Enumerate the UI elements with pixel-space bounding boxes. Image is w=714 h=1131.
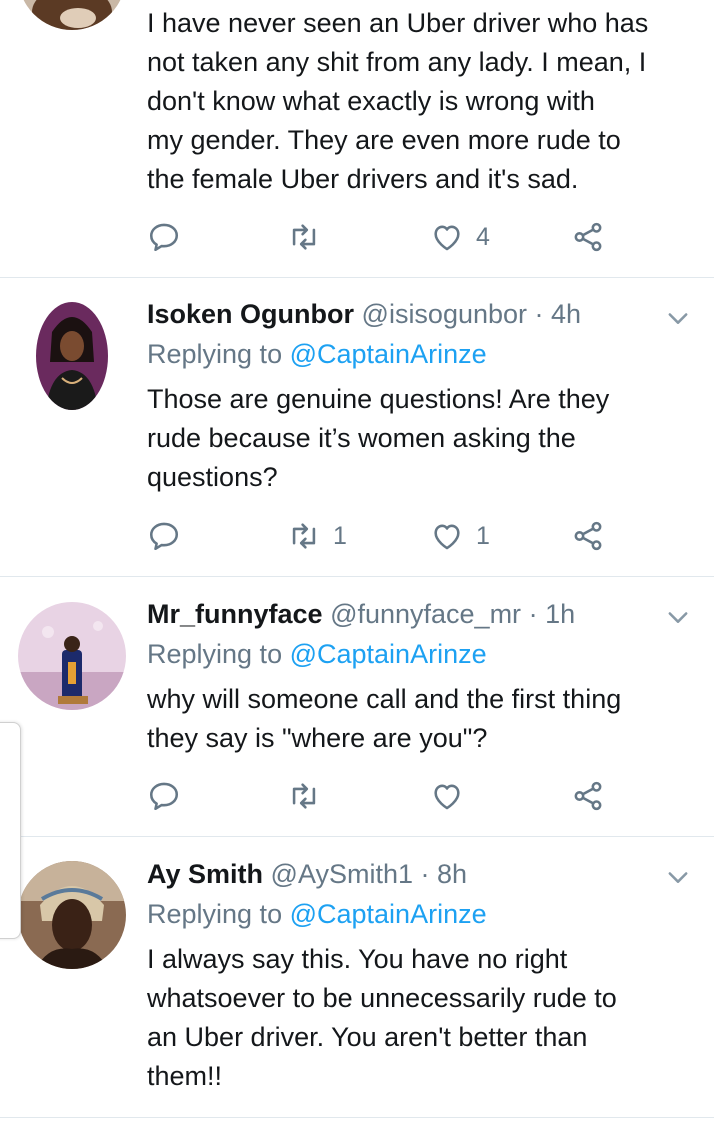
tweet-header: Isoken Ogunbor @isisogunbor · 4h [147,294,684,334]
tweet-text: Those are genuine questions! Are they ru… [147,384,610,492]
tweet-3[interactable]: Ay Smith @AySmith1 · 8h Replying to @Cap… [0,837,714,1117]
like-button[interactable]: 4 [430,219,490,255]
replying-to: Replying to @CaptainArinze [147,334,684,374]
user-handle[interactable]: @funnyface_mr [330,599,521,629]
share-button[interactable] [571,518,605,554]
heart-icon [434,784,460,810]
divider [0,1117,714,1118]
share-icon [574,521,602,551]
retweet-icon [292,523,316,549]
retweet-button[interactable]: 1 [287,518,347,554]
share-icon [574,222,602,252]
timestamp[interactable]: · 8h [421,859,468,889]
tweet-text: I always say this. You have no right wha… [147,944,617,1091]
reply-icon [149,522,179,551]
like-count: 4 [476,222,490,251]
retweet-count: 1 [333,521,347,550]
user-handle[interactable]: @AySmith1 [271,859,413,889]
like-button[interactable] [430,778,476,814]
retweet-icon [292,224,316,250]
chevron-down-icon[interactable] [664,603,692,631]
avatar[interactable] [18,602,126,710]
display-name[interactable]: Mr_funnyface [147,599,323,629]
tweet-0[interactable]: I have never seen an Uber driver who has… [0,0,714,277]
like-button[interactable]: 1 [430,518,490,554]
reply-button[interactable] [147,778,193,814]
like-count: 1 [476,521,490,550]
chevron-down-icon[interactable] [664,863,692,891]
tweet-header: Ay Smith @AySmith1 · 8h [147,854,684,894]
replying-to: Replying to @CaptainArinze [147,894,684,934]
replying-prefix: Replying to [147,899,290,929]
share-button[interactable] [571,219,605,255]
timestamp[interactable]: · 1h [529,599,576,629]
mention-link[interactable]: @CaptainArinze [290,339,487,369]
avatar[interactable] [18,0,126,30]
display-name[interactable]: Isoken Ogunbor [147,299,354,329]
replying-to: Replying to @CaptainArinze [147,634,684,674]
reply-icon [149,782,179,811]
share-button[interactable] [571,778,605,814]
retweet-icon [292,783,316,809]
replying-prefix: Replying to [147,339,290,369]
display-name[interactable]: Ay Smith [147,859,263,889]
mention-link[interactable]: @CaptainArinze [290,899,487,929]
chevron-down-icon[interactable] [664,304,692,332]
reply-button[interactable] [147,518,193,554]
replying-prefix: Replying to [147,639,290,669]
reply-icon [149,223,179,252]
share-icon [574,781,602,811]
timestamp[interactable]: · 4h [535,299,582,329]
tweet-1[interactable]: Isoken Ogunbor @isisogunbor · 4h Replyin… [0,278,714,576]
tweet-header: Mr_funnyface @funnyface_mr · 1h [147,594,684,634]
heart-icon [434,225,460,251]
reply-button[interactable] [147,219,193,255]
avatar[interactable] [18,861,126,969]
heart-icon [434,524,460,550]
edge-panel-handle[interactable] [0,722,21,939]
tweet-text: why will someone call and the first thin… [147,684,622,753]
avatar[interactable] [36,302,108,410]
retweet-button[interactable] [287,219,333,255]
mention-link[interactable]: @CaptainArinze [290,639,487,669]
tweet-2[interactable]: Mr_funnyface @funnyface_mr · 1h Replying… [0,577,714,836]
retweet-button[interactable] [287,778,333,814]
tweet-text: I have never seen an Uber driver who has… [147,8,649,194]
user-handle[interactable]: @isisogunbor [362,299,528,329]
